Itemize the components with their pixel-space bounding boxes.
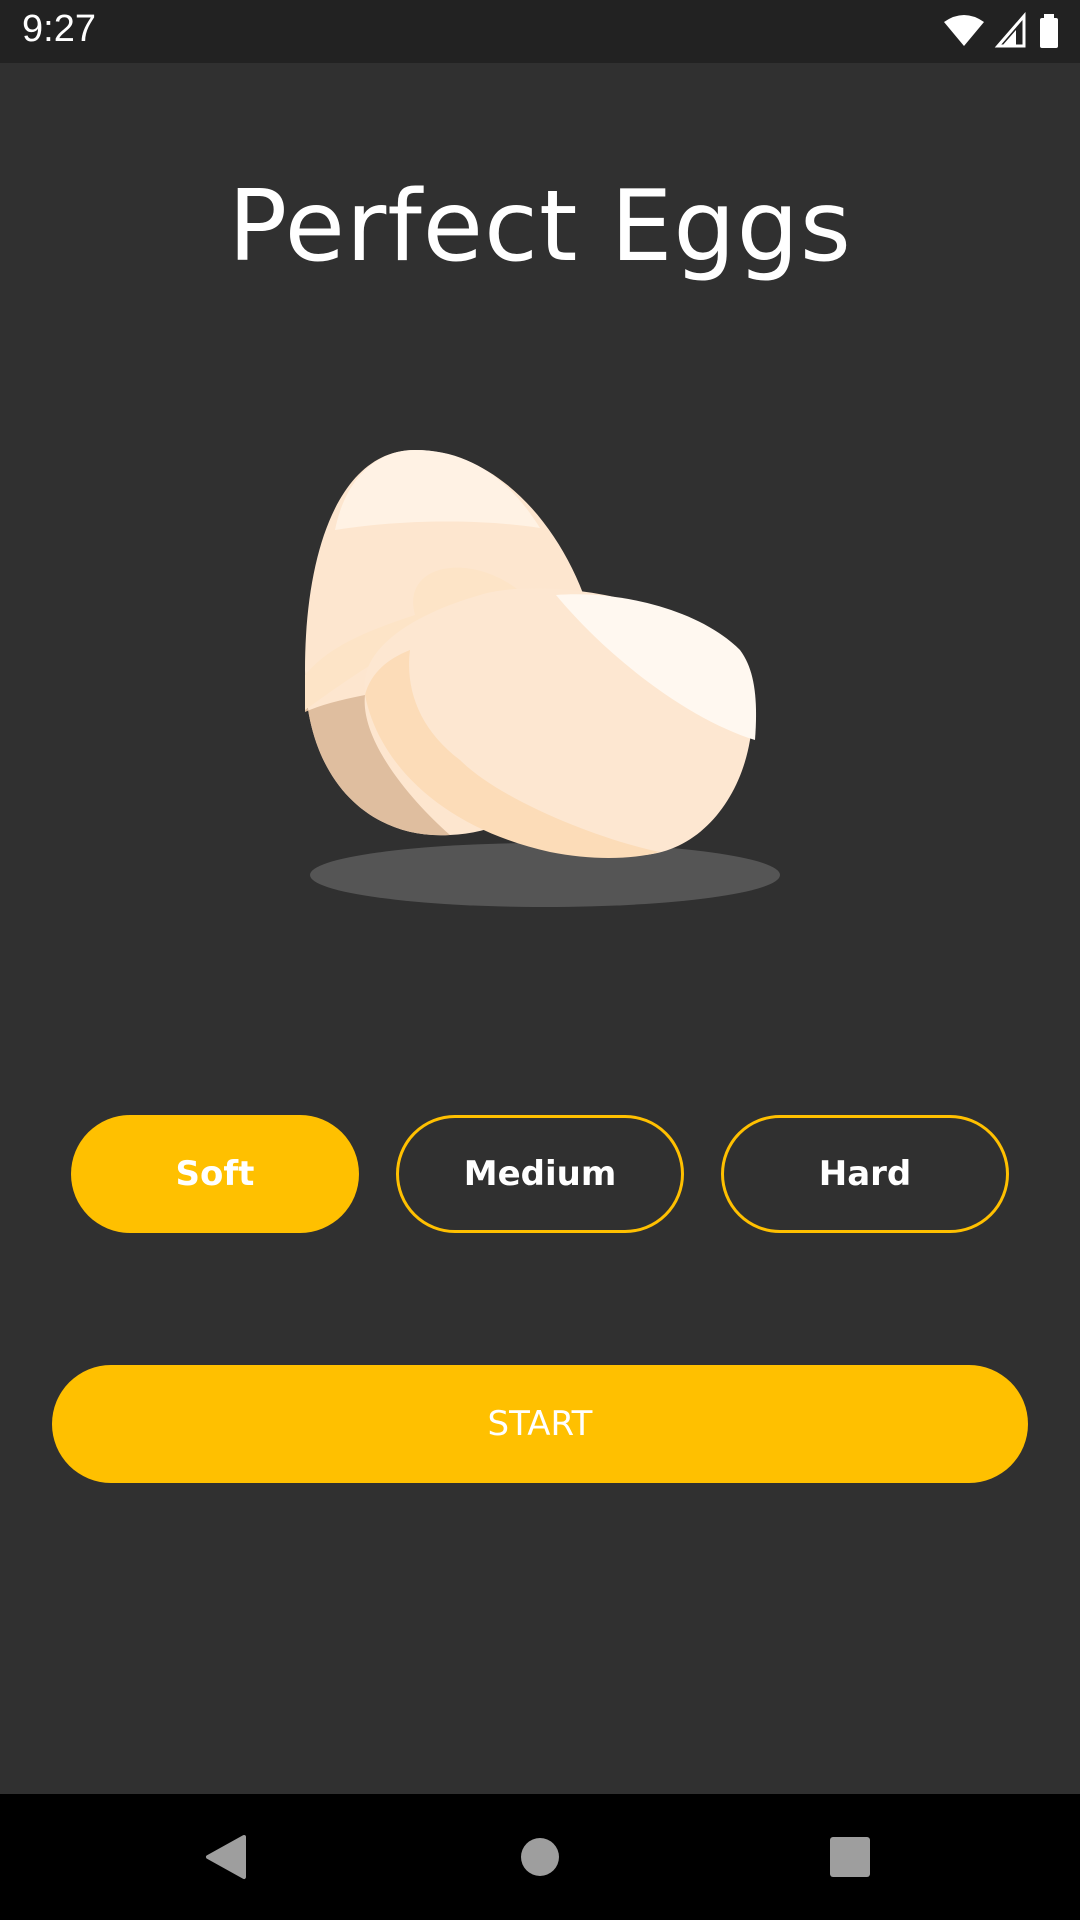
navigation-bar [0,1794,1080,1920]
app-screen: 9:27 Perfect Eggs Soft Medium Hard START [0,0,1080,1920]
option-hard[interactable]: Hard [721,1115,1009,1233]
start-button[interactable]: START [52,1365,1028,1483]
status-time: 9:27 [22,8,96,50]
back-icon [206,1835,246,1879]
egg-shadow [310,843,780,907]
app-title: Perfect Eggs [228,170,852,284]
back-button[interactable] [166,1794,286,1920]
start-button-label: START [487,1404,593,1444]
cell-signal-icon [994,12,1026,48]
battery-icon [1040,14,1058,48]
recents-button[interactable] [790,1794,910,1920]
status-bar: 9:27 [0,0,1080,63]
recents-icon [830,1837,870,1877]
home-button[interactable] [480,1794,600,1920]
eggs-illustration [305,450,780,907]
wifi-icon [944,15,984,46]
home-icon [521,1838,559,1876]
option-medium-label: Medium [463,1154,617,1194]
option-medium[interactable]: Medium [396,1115,684,1233]
option-soft[interactable]: Soft [71,1115,359,1233]
option-hard-label: Hard [818,1154,912,1194]
status-icons [944,12,1058,48]
option-soft-label: Soft [175,1154,255,1194]
